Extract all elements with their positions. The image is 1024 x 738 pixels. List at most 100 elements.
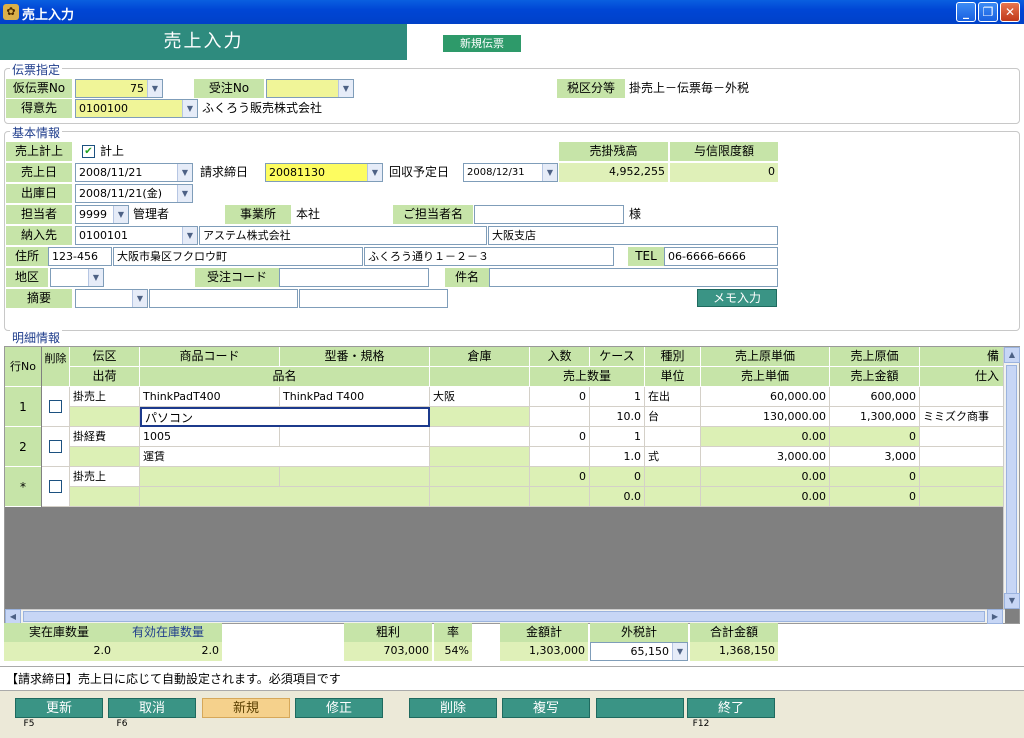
chevron-down-icon[interactable]: ▼	[338, 80, 353, 97]
grid-cell-cost[interactable]: 0	[830, 467, 920, 487]
grid-cell-case[interactable]: 0	[590, 467, 645, 487]
grid-cell-model[interactable]	[280, 467, 430, 487]
delivery-code-combo[interactable]: 0100101 ▼	[75, 226, 198, 245]
grid-cell-blank[interactable]	[530, 407, 590, 427]
function-button-8[interactable]: 終了	[687, 698, 775, 718]
grid-cell-amount[interactable]: 1,300,000	[830, 407, 920, 427]
memo-input-2[interactable]	[299, 289, 448, 308]
grid-cell-name[interactable]	[140, 487, 430, 507]
area-combo[interactable]: ▼	[50, 268, 104, 287]
delete-checkbox[interactable]	[49, 440, 62, 453]
scroll-right-icon[interactable]: ▶	[987, 609, 1003, 624]
grid-cell-unit_price[interactable]: 3,000.00	[701, 447, 830, 467]
row-number[interactable]: 1	[5, 387, 41, 427]
sales-record-checkbox[interactable]: ✔	[82, 145, 95, 158]
function-button-1[interactable]: 更新	[15, 698, 103, 718]
hscroll-thumb[interactable]	[23, 611, 985, 622]
grid-cell-unit_cost[interactable]: 0.00	[701, 427, 830, 447]
grid-cell-unit[interactable]	[645, 487, 701, 507]
function-button-2[interactable]: 取消	[108, 698, 196, 718]
row-number[interactable]: 2	[5, 427, 41, 467]
contact-input[interactable]	[474, 205, 624, 224]
grid-cell-supplier[interactable]	[920, 487, 1004, 507]
grid-cell-unit[interactable]: 式	[645, 447, 701, 467]
grid-cell-unit_cost[interactable]: 60,000.00	[701, 387, 830, 407]
close-button[interactable]: ✕	[1000, 2, 1020, 22]
delete-checkbox[interactable]	[49, 400, 62, 413]
function-button-5[interactable]: 削除	[409, 698, 497, 718]
grid-cell-kind[interactable]	[645, 427, 701, 447]
grid-cell-blank[interactable]	[430, 407, 530, 427]
chevron-down-icon[interactable]: ▼	[177, 185, 192, 202]
grid-cell-unit[interactable]: 台	[645, 407, 701, 427]
memo-input-1[interactable]	[149, 289, 298, 308]
grid-cell-irisu[interactable]: 0	[530, 427, 590, 447]
memo-combo[interactable]: ▼	[75, 289, 148, 308]
delivery-name-input[interactable]: アステム株式会社	[199, 226, 487, 245]
address2-input[interactable]: ふくろう通り１－２－３	[364, 247, 614, 266]
chevron-down-icon[interactable]: ▼	[147, 80, 162, 97]
chevron-down-icon[interactable]: ▼	[672, 643, 687, 660]
grid-cell-kubun[interactable]: 掛売上	[70, 387, 140, 407]
tax-total-combo[interactable]: 65,150 ▼	[590, 642, 688, 661]
grid-cell-blank[interactable]	[430, 447, 530, 467]
grid-cell-qty[interactable]: 1.0	[590, 447, 645, 467]
grid-cell-blank[interactable]	[530, 447, 590, 467]
chevron-down-icon[interactable]: ▼	[367, 164, 382, 181]
grid-cell-amount[interactable]: 0	[830, 487, 920, 507]
grid-cell-cost[interactable]: 0	[830, 427, 920, 447]
chevron-down-icon[interactable]: ▼	[113, 206, 128, 223]
collect-date-field[interactable]: 2008/12/31 ▼	[463, 163, 558, 182]
zip-input[interactable]: 123-456	[48, 247, 112, 266]
grid-cell-case[interactable]: 1	[590, 427, 645, 447]
chevron-down-icon[interactable]: ▼	[182, 227, 197, 244]
ship-date-field[interactable]: 2008/11/21(金) ▼	[75, 184, 193, 203]
function-button-7[interactable]	[596, 698, 684, 718]
grid-cell-unit_price[interactable]: 130,000.00	[701, 407, 830, 427]
grid-cell-amount[interactable]: 3,000	[830, 447, 920, 467]
chevron-down-icon[interactable]: ▼	[542, 164, 557, 181]
address1-input[interactable]: 大阪市梟区フクロウ町	[113, 247, 363, 266]
temp-no-combo[interactable]: 75 ▼	[75, 79, 163, 98]
function-button-3[interactable]: 新規	[202, 698, 290, 718]
maximize-button[interactable]: ❐	[978, 2, 998, 22]
grid-cell-kubun[interactable]: 掛経費	[70, 427, 140, 447]
grid-cell-case[interactable]: 1	[590, 387, 645, 407]
grid-cell-warehouse[interactable]	[430, 467, 530, 487]
grid-cell-irisu[interactable]: 0	[530, 387, 590, 407]
grid-cell-note[interactable]	[920, 467, 1004, 487]
chevron-down-icon[interactable]: ▼	[182, 100, 197, 117]
subject-input[interactable]	[489, 268, 778, 287]
grid-cell-qty[interactable]: 0.0	[590, 487, 645, 507]
delivery-branch-input[interactable]: 大阪支店	[488, 226, 778, 245]
vertical-scrollbar[interactable]: ▲ ▼	[1003, 347, 1020, 609]
grid-cell-code[interactable]: 1005	[140, 427, 280, 447]
grid-cell-kubun[interactable]: 掛売上	[70, 467, 140, 487]
grid-cell-note[interactable]	[920, 387, 1004, 407]
chevron-down-icon[interactable]: ▼	[88, 269, 103, 286]
scroll-thumb[interactable]	[1006, 365, 1017, 595]
delete-checkbox[interactable]	[49, 480, 62, 493]
memo-input-button[interactable]: メモ入力	[697, 289, 777, 307]
grid-cell-model[interactable]	[280, 427, 430, 447]
scroll-left-icon[interactable]: ◀	[5, 609, 21, 624]
grid-cell-code[interactable]	[140, 467, 280, 487]
chevron-down-icon[interactable]: ▼	[177, 164, 192, 181]
sales-date-field[interactable]: 2008/11/21 ▼	[75, 163, 193, 182]
grid-cell-blank[interactable]	[70, 487, 140, 507]
grid-cell-warehouse[interactable]	[430, 427, 530, 447]
grid-cell-unit_price[interactable]: 0.00	[701, 487, 830, 507]
grid-cell-blank[interactable]	[530, 487, 590, 507]
scroll-down-icon[interactable]: ▼	[1004, 593, 1020, 609]
grid-cell-qty[interactable]: 10.0	[590, 407, 645, 427]
function-button-6[interactable]: 複写	[502, 698, 590, 718]
grid-cell-kind[interactable]	[645, 467, 701, 487]
grid-cell-blank[interactable]	[70, 447, 140, 467]
grid-cell-blank[interactable]	[430, 487, 530, 507]
grid-cell-model[interactable]: ThinkPad T400	[280, 387, 430, 407]
function-button-4[interactable]: 修正	[295, 698, 383, 718]
tel-input[interactable]: 06-6666-6666	[664, 247, 778, 266]
billing-date-field[interactable]: 20081130 ▼	[265, 163, 383, 182]
grid-cell-irisu[interactable]: 0	[530, 467, 590, 487]
scroll-up-icon[interactable]: ▲	[1004, 347, 1020, 363]
